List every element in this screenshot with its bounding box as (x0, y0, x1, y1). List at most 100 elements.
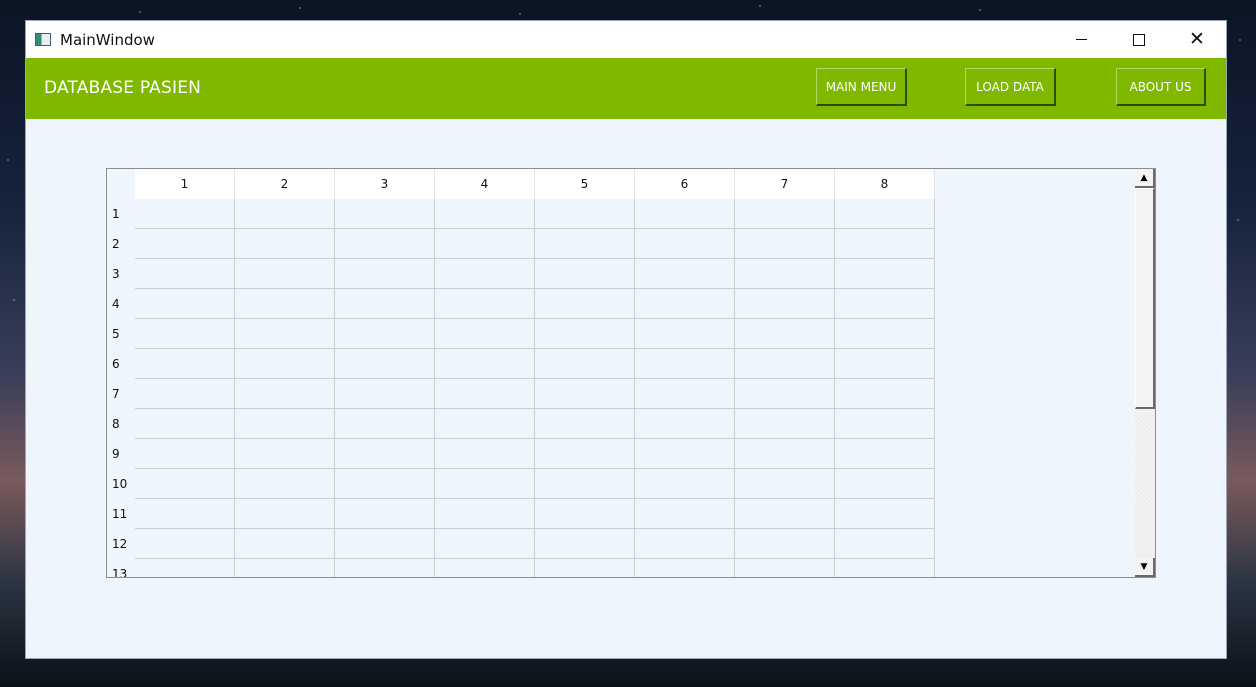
table-cell[interactable] (635, 319, 735, 349)
table-cell[interactable] (535, 289, 635, 319)
table-cell[interactable] (535, 529, 635, 559)
close-button[interactable]: ✕ (1168, 21, 1226, 58)
table-cell[interactable] (535, 259, 635, 289)
main-menu-button[interactable]: MAIN MENU (816, 68, 907, 106)
table-cell[interactable] (835, 559, 935, 577)
table-cell[interactable] (435, 409, 535, 439)
table-cell[interactable] (135, 229, 235, 259)
table-cell[interactable] (235, 199, 335, 229)
table-cell[interactable] (235, 229, 335, 259)
table-cell[interactable] (435, 289, 535, 319)
row-header[interactable]: 4 (107, 289, 135, 319)
table-cell[interactable] (435, 319, 535, 349)
table-cell[interactable] (735, 439, 835, 469)
table-cell[interactable] (635, 409, 735, 439)
table-cell[interactable] (835, 469, 935, 499)
row-header[interactable]: 11 (107, 499, 135, 529)
table-cell[interactable] (335, 499, 435, 529)
table-cell[interactable] (635, 349, 735, 379)
table-cell[interactable] (835, 349, 935, 379)
column-header[interactable]: 1 (135, 169, 235, 199)
table-cell[interactable] (735, 349, 835, 379)
about-us-button[interactable]: ABOUT US (1116, 68, 1206, 106)
table-cell[interactable] (335, 229, 435, 259)
table-cell[interactable] (335, 289, 435, 319)
table-cell[interactable] (435, 199, 535, 229)
column-header[interactable]: 2 (235, 169, 335, 199)
table-cell[interactable] (335, 319, 435, 349)
table-cell[interactable] (435, 559, 535, 577)
table-cell[interactable] (135, 259, 235, 289)
table-cell[interactable] (735, 469, 835, 499)
table-cell[interactable] (235, 289, 335, 319)
row-header[interactable]: 1 (107, 199, 135, 229)
table-cell[interactable] (335, 379, 435, 409)
table-cell[interactable] (535, 379, 635, 409)
table-cell[interactable] (835, 229, 935, 259)
table-cell[interactable] (835, 529, 935, 559)
table-cell[interactable] (335, 529, 435, 559)
table-cell[interactable] (235, 559, 335, 577)
table-cell[interactable] (335, 409, 435, 439)
table-cell[interactable] (635, 379, 735, 409)
table-cell[interactable] (635, 469, 735, 499)
table-cell[interactable] (835, 199, 935, 229)
table-cell[interactable] (435, 529, 535, 559)
table-cell[interactable] (335, 199, 435, 229)
table-cell[interactable] (735, 529, 835, 559)
table-cell[interactable] (435, 259, 535, 289)
table-cell[interactable] (635, 199, 735, 229)
table-cell[interactable] (135, 379, 235, 409)
table-cell[interactable] (235, 319, 335, 349)
row-header[interactable]: 12 (107, 529, 135, 559)
table-cell[interactable] (835, 319, 935, 349)
table-cell[interactable] (835, 439, 935, 469)
table-cell[interactable] (835, 259, 935, 289)
table-cell[interactable] (735, 289, 835, 319)
table-cell[interactable] (135, 319, 235, 349)
table-cell[interactable] (535, 499, 635, 529)
table-cell[interactable] (735, 259, 835, 289)
column-header[interactable]: 6 (635, 169, 735, 199)
table-cell[interactable] (435, 499, 535, 529)
row-header[interactable]: 5 (107, 319, 135, 349)
table-cell[interactable] (235, 349, 335, 379)
table-cell[interactable] (735, 379, 835, 409)
load-data-button[interactable]: LOAD DATA (965, 68, 1056, 106)
table-cell[interactable] (135, 559, 235, 577)
row-header[interactable]: 3 (107, 259, 135, 289)
column-header[interactable]: 4 (435, 169, 535, 199)
table-cell[interactable] (635, 559, 735, 577)
table-cell[interactable] (535, 319, 635, 349)
table-cell[interactable] (335, 439, 435, 469)
table-cell[interactable] (635, 289, 735, 319)
table-cell[interactable] (835, 499, 935, 529)
table-cell[interactable] (335, 349, 435, 379)
table-cell[interactable] (135, 289, 235, 319)
table-cell[interactable] (335, 559, 435, 577)
table-cell[interactable] (735, 559, 835, 577)
patient-table[interactable]: 12345678 1 2 3 4 5 6 7 8 9 10 11 12 13 ▲ ▼ (106, 168, 1156, 578)
table-cell[interactable] (635, 499, 735, 529)
table-cell[interactable] (135, 529, 235, 559)
scroll-down-button[interactable]: ▼ (1135, 558, 1155, 577)
table-cell[interactable] (835, 409, 935, 439)
table-cell[interactable] (635, 439, 735, 469)
table-cell[interactable] (735, 409, 835, 439)
table-cell[interactable] (435, 469, 535, 499)
column-header[interactable]: 5 (535, 169, 635, 199)
table-cell[interactable] (135, 469, 235, 499)
table-cell[interactable] (535, 469, 635, 499)
table-cell[interactable] (735, 319, 835, 349)
row-header[interactable]: 9 (107, 439, 135, 469)
table-cell[interactable] (235, 529, 335, 559)
table-cell[interactable] (235, 409, 335, 439)
table-cell[interactable] (535, 439, 635, 469)
vertical-scrollbar[interactable]: ▲ ▼ (1135, 169, 1155, 577)
table-cell[interactable] (535, 409, 635, 439)
table-cell[interactable] (535, 199, 635, 229)
table-cell[interactable] (835, 289, 935, 319)
table-cell[interactable] (535, 349, 635, 379)
row-header[interactable]: 2 (107, 229, 135, 259)
table-cell[interactable] (835, 379, 935, 409)
